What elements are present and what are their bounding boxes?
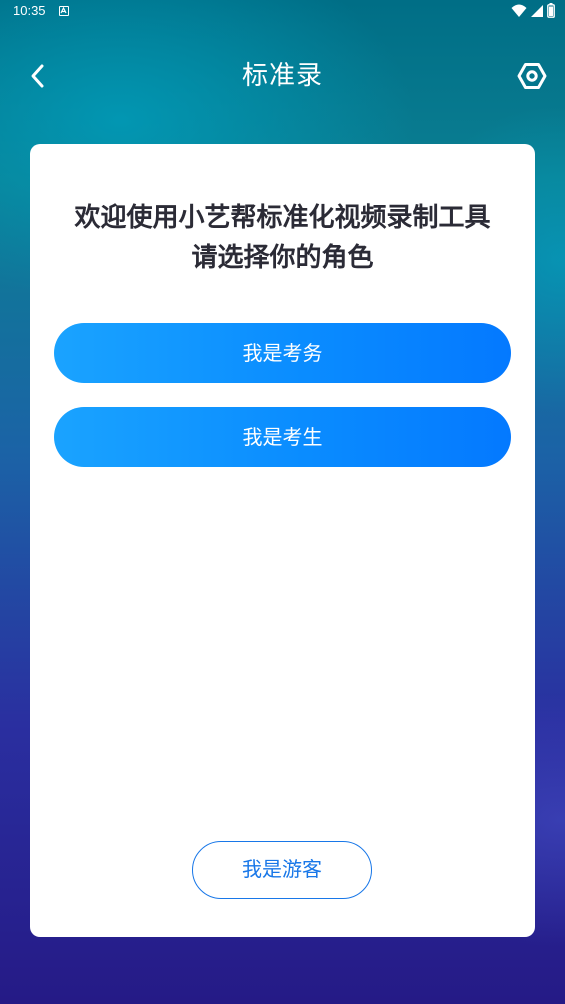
guest-button[interactable]: 我是游客 <box>192 841 372 899</box>
role-selection-card: 欢迎使用小艺帮标准化视频录制工具 请选择你的角色 我是考务 我是考生 我是游客 <box>30 144 535 937</box>
examinee-button[interactable]: 我是考生 <box>54 407 511 467</box>
welcome-message: 欢迎使用小艺帮标准化视频录制工具 请选择你的角色 <box>30 198 535 278</box>
page-title: 标准录 <box>241 61 323 91</box>
app-header: 标准录 <box>0 48 565 104</box>
status-time: 10:35 <box>13 3 46 18</box>
status-icons <box>511 3 555 18</box>
status-bar: 10:35 <box>0 0 565 24</box>
signal-icon <box>531 4 543 17</box>
battery-icon <box>547 3 555 18</box>
wifi-icon <box>511 4 527 17</box>
settings-hex-icon <box>517 63 547 89</box>
notification-a-icon <box>59 6 69 16</box>
exam-staff-button[interactable]: 我是考务 <box>54 323 511 383</box>
welcome-line-2: 请选择你的角色 <box>191 243 374 273</box>
welcome-line-1: 欢迎使用小艺帮标准化视频录制工具 <box>74 203 491 233</box>
settings-button[interactable] <box>515 59 549 93</box>
